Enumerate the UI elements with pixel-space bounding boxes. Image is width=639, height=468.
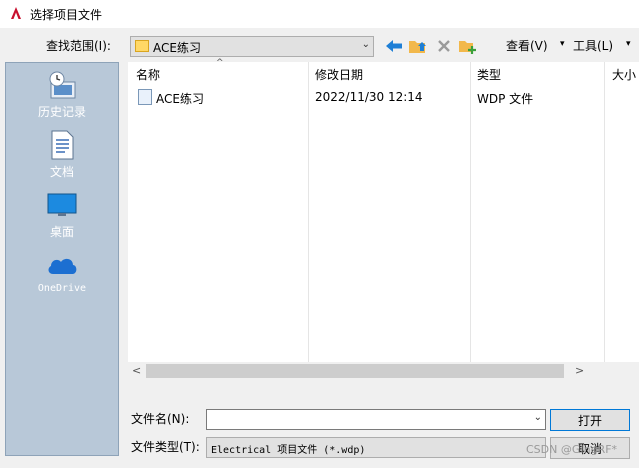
column-header-size[interactable]: 大小 bbox=[612, 62, 636, 84]
place-documents[interactable]: 文档 bbox=[6, 129, 118, 180]
filename-label: 文件名(N): bbox=[131, 412, 190, 426]
chevron-down-icon[interactable]: ⌄ bbox=[534, 412, 542, 423]
place-label: OneDrive bbox=[37, 283, 87, 294]
place-label: 文档 bbox=[49, 165, 74, 179]
column-divider bbox=[604, 62, 605, 362]
scroll-thumb[interactable] bbox=[146, 364, 564, 378]
chevron-down-icon: ⌄ bbox=[361, 39, 370, 50]
scroll-right-icon[interactable]: > bbox=[575, 364, 584, 377]
column-header-name[interactable]: 名称 bbox=[136, 62, 160, 84]
folder-icon bbox=[135, 40, 149, 52]
column-header-type[interactable]: 类型 bbox=[477, 62, 501, 84]
new-folder-icon[interactable] bbox=[457, 36, 479, 56]
watermark: CSDN @GIngRF* bbox=[526, 443, 618, 456]
window-title: 选择项目文件 bbox=[30, 8, 103, 22]
autocad-logo-icon bbox=[8, 5, 24, 21]
column-header-modified[interactable]: 修改日期 bbox=[315, 62, 363, 84]
back-arrow-icon[interactable] bbox=[383, 36, 405, 56]
filename-input[interactable]: ⌄ bbox=[206, 409, 546, 430]
tools-menu[interactable]: 工具(L) bbox=[573, 37, 613, 54]
places-sidebar: 历史记录 文档 桌面 OneDrive bbox=[5, 62, 119, 456]
onedrive-icon bbox=[46, 249, 78, 281]
tools-dropdown-icon[interactable]: ▾ bbox=[626, 39, 631, 49]
column-divider bbox=[308, 62, 309, 362]
desktop-icon bbox=[46, 189, 78, 221]
history-icon bbox=[46, 69, 78, 101]
document-icon bbox=[46, 129, 78, 161]
place-label: 桌面 bbox=[49, 225, 74, 239]
file-modified: 2022/11/30 12:14 bbox=[315, 90, 423, 104]
view-menu[interactable]: 查看(V) bbox=[506, 37, 548, 54]
place-onedrive[interactable]: OneDrive bbox=[6, 249, 118, 294]
lookin-label: 查找范围(I): bbox=[46, 39, 111, 53]
up-folder-icon[interactable] bbox=[407, 36, 429, 56]
view-dropdown-icon[interactable]: ▾ bbox=[560, 39, 565, 49]
filetype-dropdown[interactable]: Electrical 项目文件 (*.wdp) bbox=[206, 437, 546, 458]
filetype-value: Electrical 项目文件 (*.wdp) bbox=[211, 445, 366, 456]
file-list[interactable]: 名称 ^ 修改日期 类型 大小 ACE练习 2022/11/30 12:14 W… bbox=[128, 58, 639, 380]
delete-icon[interactable] bbox=[433, 36, 455, 56]
open-button[interactable]: 打开 bbox=[550, 409, 630, 431]
scroll-left-icon[interactable]: < bbox=[132, 364, 141, 377]
lookin-dropdown[interactable]: ACE练习 ⌄ bbox=[130, 36, 374, 57]
file-type: WDP 文件 bbox=[477, 92, 534, 106]
title-bar: 选择项目文件 bbox=[0, 0, 639, 28]
sort-ascending-icon: ^ bbox=[216, 58, 224, 68]
filetype-label: 文件类型(T): bbox=[131, 440, 200, 454]
file-name[interactable]: ACE练习 bbox=[156, 90, 204, 107]
place-history[interactable]: 历史记录 bbox=[6, 69, 118, 120]
place-desktop[interactable]: 桌面 bbox=[6, 189, 118, 240]
column-divider bbox=[470, 62, 471, 362]
lookin-value: ACE练习 bbox=[153, 41, 201, 55]
wdp-file-icon bbox=[138, 89, 152, 105]
place-label: 历史记录 bbox=[37, 105, 86, 119]
horizontal-scrollbar[interactable]: < > bbox=[128, 362, 639, 380]
